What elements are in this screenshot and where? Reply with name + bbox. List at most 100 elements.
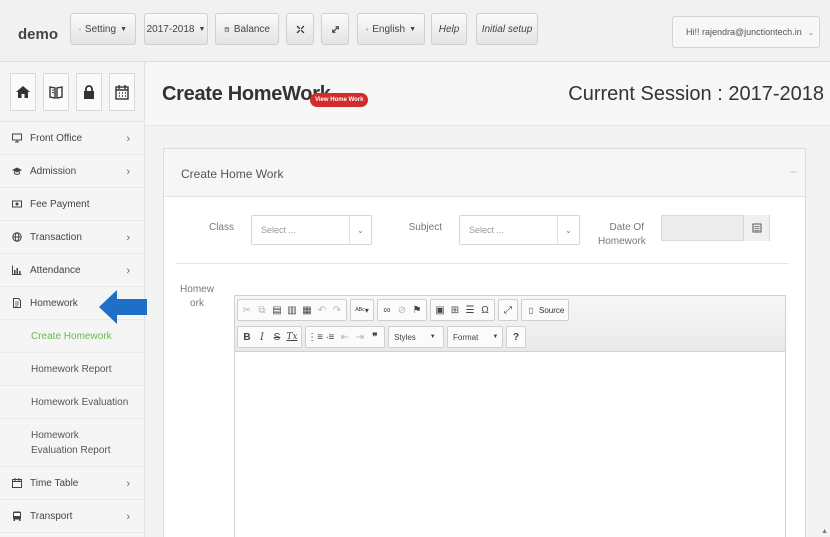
format-label: Format	[453, 332, 479, 342]
home-button[interactable]	[9, 72, 36, 111]
submenu-item-label: Homework Evaluation Report	[31, 429, 111, 456]
undo-icon[interactable]: ↶	[315, 301, 329, 319]
form-divider	[176, 263, 789, 264]
scroll-indicator-icon[interactable]: ▲	[821, 528, 828, 535]
class-select-placeholder: Select ...	[261, 225, 297, 235]
blockquote-icon[interactable]: ❞	[368, 328, 382, 346]
caret-down-icon: ▼	[198, 25, 206, 33]
bus-icon	[12, 511, 22, 521]
calendar-icon	[752, 223, 761, 233]
maximize-icon[interactable]: ⤢	[501, 301, 515, 319]
gear-icon	[79, 28, 81, 30]
link-group: ∞ ⊘ ⚑	[377, 299, 427, 321]
submenu-item-homework-evaluation[interactable]: Homework Evaluation	[0, 386, 144, 419]
bulleted-list-icon[interactable]: ∙≡	[323, 328, 337, 346]
subject-select[interactable]: Select ... ⌄	[459, 215, 580, 245]
compress-button[interactable]	[286, 13, 314, 45]
sidebar-item-label: Transaction	[30, 231, 82, 243]
date-of-homework-input[interactable]	[661, 215, 770, 241]
book-button[interactable]	[42, 72, 69, 111]
remove-format-icon[interactable]: Tx	[285, 328, 299, 346]
sidebar-item-fee-payment[interactable]: Fee Payment	[0, 188, 144, 221]
file-icon	[12, 298, 22, 308]
caret-down-icon: ▼	[120, 25, 127, 33]
help-label: Help	[438, 23, 460, 35]
image-icon[interactable]: ▣	[433, 301, 447, 319]
lock-button[interactable]	[75, 72, 102, 111]
sidebar-item-transport[interactable]: Transport ›	[0, 500, 144, 533]
sidebar-item-transaction[interactable]: Transaction ›	[0, 221, 144, 254]
user-menu[interactable]: Hi!! rajendra@junctiontech.in ⌄	[672, 16, 820, 48]
source-button[interactable]: ▯ Source	[521, 299, 570, 321]
special-char-icon[interactable]: Ω	[478, 301, 492, 319]
copy-icon[interactable]: ⧉	[255, 301, 269, 319]
class-select[interactable]: Select ... ⌄	[251, 215, 372, 245]
submenu-item-homework-report[interactable]: Homework Report	[0, 353, 144, 386]
sidebar-item-front-office[interactable]: Front Office ›	[0, 122, 144, 155]
italic-icon[interactable]: I	[255, 328, 269, 346]
horizontal-line-icon[interactable]: ☰	[463, 301, 477, 319]
view-homework-button[interactable]: View Home Work	[310, 93, 369, 107]
indent-icon[interactable]: ⇥	[353, 328, 367, 346]
date-picker-button[interactable]	[743, 215, 769, 241]
fullscreen-button[interactable]	[321, 13, 349, 45]
sidebar-item-attendance[interactable]: Attendance ›	[0, 254, 144, 287]
current-session-text: Current Session : 2017-2018	[568, 83, 824, 105]
editor-content-area[interactable]	[235, 352, 785, 537]
page-title: Create HomeWork	[162, 83, 331, 105]
styles-dropdown[interactable]: Styles ▼	[388, 326, 444, 348]
session-dropdown[interactable]: 2017-2018 ▼	[144, 13, 208, 45]
strikethrough-icon[interactable]: S	[270, 328, 284, 346]
setting-dropdown[interactable]: Setting ▼	[70, 13, 136, 45]
paste-word-icon[interactable]: ▦	[300, 301, 314, 319]
language-icon	[366, 28, 369, 30]
chevron-right-icon: ›	[126, 166, 130, 178]
format-dropdown[interactable]: Format ▼	[447, 326, 503, 348]
caret-down-icon: ▼	[429, 334, 436, 340]
collapse-icon[interactable]: −	[790, 165, 797, 179]
numbered-list-icon[interactable]: ⋮≡	[307, 328, 323, 346]
balance-button[interactable]: Balance	[215, 13, 279, 45]
graduation-cap-icon	[12, 166, 22, 176]
homework-label: Homework	[180, 284, 214, 309]
expand-icon	[331, 25, 339, 33]
language-dropdown[interactable]: English ▼	[357, 13, 425, 45]
calendar-icon	[114, 84, 129, 100]
maximize-group: ⤢	[498, 299, 518, 321]
arrow-left-icon	[99, 290, 147, 324]
outdent-icon[interactable]: ⇤	[338, 328, 352, 346]
calendar-button[interactable]	[108, 72, 135, 111]
chevron-right-icon: ›	[126, 232, 130, 244]
sidebar-item-label: Time Table	[30, 477, 79, 489]
panel-header: Create Home Work −	[164, 149, 805, 197]
sidebar-item-label: Transport	[30, 510, 73, 522]
top-navbar: demo Setting ▼ 2017-2018 ▼ Balance Engli…	[0, 0, 830, 62]
link-icon[interactable]: ∞	[380, 301, 394, 319]
anchor-flag-icon[interactable]: ⚑	[410, 301, 424, 319]
cut-icon[interactable]: ✂	[240, 301, 254, 319]
bold-icon[interactable]: B	[240, 328, 254, 346]
help-button[interactable]: Help	[431, 13, 467, 45]
paste-icon[interactable]: ▤	[270, 301, 284, 319]
redo-icon[interactable]: ↷	[330, 301, 344, 319]
help-icon[interactable]: ?	[509, 328, 523, 346]
initial-setup-button[interactable]: Initial setup	[476, 13, 538, 45]
sidebar-item-time-table[interactable]: Time Table ›	[0, 467, 144, 500]
quick-access-bar	[0, 62, 144, 122]
brand-logo[interactable]: demo	[18, 26, 58, 43]
sidebar-item-label: Admission	[30, 165, 77, 177]
date-of-homework-label: Date Of Homework	[598, 222, 646, 247]
initial-setup-label: Initial setup	[481, 23, 533, 35]
submenu-item-homework-evaluation-report[interactable]: Homework Evaluation Report	[0, 419, 144, 467]
unlink-icon[interactable]: ⊘	[395, 301, 409, 319]
chevron-down-icon: ⌄	[807, 27, 815, 37]
globe-icon	[12, 232, 22, 242]
styles-label: Styles	[394, 332, 416, 342]
sidebar-item-admission[interactable]: Admission ›	[0, 155, 144, 188]
spellcheck-group: ᴬᴮᶜ▾	[350, 299, 374, 321]
paste-text-icon[interactable]: ▥	[285, 301, 299, 319]
table-icon[interactable]: ⊞	[448, 301, 462, 319]
caret-down-icon: ▼	[492, 334, 499, 340]
spellcheck-icon[interactable]: ᴬᴮᶜ▾	[353, 301, 371, 319]
editor-toolbar: ✂ ⧉ ▤ ▥ ▦ ↶ ↷ ᴬᴮᶜ▾ ∞ ⊘ ⚑ ▣ ⊞ ☰ Ω ⤢ ▯ Sou…	[235, 296, 785, 352]
